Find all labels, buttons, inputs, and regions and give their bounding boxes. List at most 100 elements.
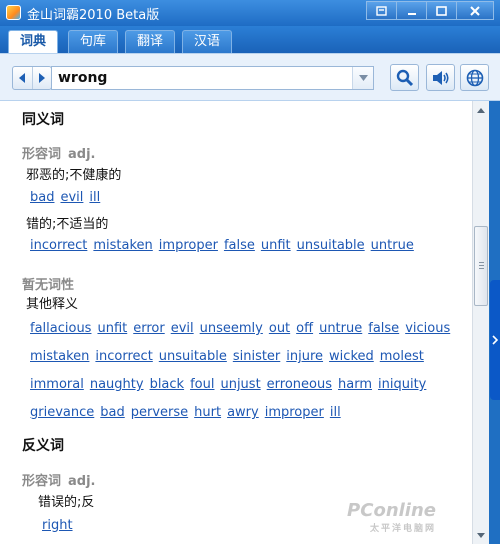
scroll-up-button[interactable] [474,103,488,117]
history-dropdown[interactable] [352,67,373,89]
tab-chinese[interactable]: 汉语 [182,30,233,53]
tab-bar: 词典 句库 翻译 汉语 [0,26,500,53]
result-panel: 同义词 形容词 adj. 邪恶的;不健康的 bad evil ill 错的;不适当的 … [0,101,472,544]
word-link[interactable]: black [150,377,185,392]
forward-button[interactable] [31,67,52,89]
word-link[interactable]: right [42,518,73,533]
pos-label-en: adj. [68,147,96,162]
word-link[interactable]: harm [338,377,372,392]
word-link[interactable]: unseemly [200,321,263,336]
window-title: 金山词霸2010 Beta版 [27,8,160,23]
window-controls [366,1,494,20]
word-link[interactable]: fallacious [30,321,91,336]
word-link[interactable]: bad [30,190,54,205]
synonyms-links-3d: grievance bad perverse hurt awry improper ill [30,405,347,420]
word-link[interactable]: grievance [30,405,94,420]
speaker-button[interactable] [426,64,455,91]
pos-label-en: adj. [68,474,96,489]
menu-icon [376,5,387,16]
word-link[interactable]: untrue [319,321,362,336]
search-input[interactable] [58,69,348,87]
word-link[interactable]: mistaken [93,238,152,253]
word-link[interactable]: ill [330,405,341,420]
word-link[interactable]: foul [190,377,214,392]
word-link[interactable]: unsuitable [297,238,365,253]
watermark-text: PConline [347,500,436,521]
synonyms-links-3c: immoral naughty black foul unjust erroneous ha… [30,377,432,392]
word-link[interactable]: immoral [30,377,84,392]
word-link[interactable]: unsuitable [159,349,227,364]
vertical-scrollbar[interactable] [472,101,489,544]
word-link[interactable]: incorrect [30,238,87,253]
word-link[interactable]: wicked [329,349,374,364]
pos-label-cn: 形容词 [22,474,62,489]
app-logo-icon [6,5,21,20]
synonyms-links-2: incorrect mistaken improper false unfit unsui… [30,238,420,253]
title-bar: 金山词霸2010 Beta版 [0,0,500,26]
word-link[interactable]: unjust [220,377,260,392]
word-link[interactable]: out [269,321,290,336]
synonyms-gloss-2: 错的;不适当的 [26,217,109,232]
synonyms-gloss-3: 其他释义 [26,297,79,312]
word-link[interactable]: incorrect [95,349,152,364]
menu-button[interactable] [366,1,397,20]
word-link[interactable]: error [133,321,164,336]
word-link[interactable]: naughty [90,377,144,392]
search-icon [396,69,413,86]
word-link[interactable]: iniquity [378,377,426,392]
word-link[interactable]: false [224,238,255,253]
tab-dictionary[interactable]: 词典 [8,30,59,53]
word-link[interactable]: unfit [261,238,291,253]
close-button[interactable] [456,1,494,20]
scroll-down-icon [477,532,485,538]
back-button[interactable] [13,67,32,89]
word-link[interactable]: false [368,321,399,336]
maximize-icon [436,5,447,16]
word-link[interactable]: vicious [405,321,450,336]
search-button[interactable] [390,64,419,91]
word-link[interactable]: sinister [233,349,280,364]
word-link[interactable]: erroneous [267,377,332,392]
word-link[interactable]: molest [380,349,424,364]
synonyms-pos-adj: 形容词 adj. [22,143,96,162]
antonyms-gloss-1: 错误的;反 [38,495,95,510]
globe-button[interactable] [460,64,489,91]
maximize-button[interactable] [426,1,457,20]
synonyms-links-1: bad evil ill [30,190,106,205]
word-link[interactable]: off [296,321,313,336]
synonyms-links-3b: mistaken incorrect unsuitable sinister injur… [30,349,430,364]
synonyms-heading: 同义词 [22,112,64,128]
close-icon [470,5,480,16]
grip-line [479,268,484,269]
grip-line [479,265,484,266]
history-nav [12,66,52,90]
minimize-button[interactable] [396,1,427,20]
synonyms-gloss-1: 邪恶的;不健康的 [26,168,122,183]
word-link[interactable]: perverse [131,405,188,420]
search-box [51,66,374,90]
tab-sentences[interactable]: 句库 [68,30,119,53]
word-link[interactable]: untrue [371,238,414,253]
minimize-icon [407,12,416,15]
forward-arrow-icon [38,73,45,83]
scroll-down-button[interactable] [474,528,488,542]
word-link[interactable]: mistaken [30,349,89,364]
word-link[interactable]: evil [171,321,194,336]
word-link[interactable]: injure [286,349,323,364]
word-link[interactable]: unfit [97,321,127,336]
word-link[interactable]: ill [89,190,100,205]
scrollbar-thumb[interactable] [474,226,488,306]
word-link[interactable]: hurt [194,405,221,420]
globe-icon [466,69,483,86]
word-link[interactable]: awry [227,405,259,420]
tab-translate[interactable]: 翻译 [125,30,176,53]
word-link[interactable]: improper [159,238,218,253]
antonyms-pos-adj: 形容词 adj. [22,470,96,489]
word-link[interactable]: improper [265,405,324,420]
watermark-logo: PConline 太平洋电脑网 [347,500,436,534]
word-link[interactable]: bad [100,405,124,420]
synonyms-links-3a: fallacious unfit error evil unseemly out off un… [30,321,456,336]
side-panel-toggle[interactable] [490,280,500,400]
chevron-down-icon [358,75,368,81]
word-link[interactable]: evil [60,190,83,205]
